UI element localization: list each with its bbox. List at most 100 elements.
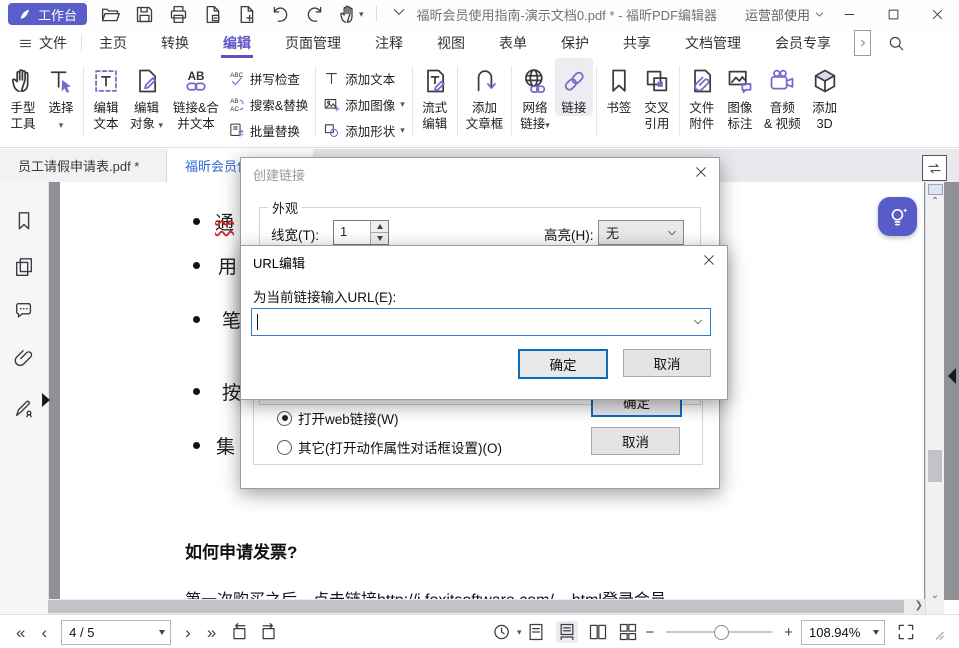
menu-protect[interactable]: 保护 <box>544 28 606 58</box>
edit-object-button[interactable]: 编辑 对象 ▾ <box>125 58 168 132</box>
read-mode-clock-icon[interactable] <box>492 622 512 642</box>
minimize-button[interactable] <box>827 0 871 28</box>
comments-panel-icon[interactable] <box>13 300 35 322</box>
hand-tool-button[interactable]: 手型 工具 <box>4 58 42 132</box>
previous-view-button[interactable] <box>229 622 249 642</box>
flow-edit-button[interactable]: 流式 编辑 <box>416 58 454 132</box>
url-ok-button[interactable]: 确定 <box>518 349 608 379</box>
fullscreen-button[interactable] <box>896 622 916 642</box>
menu-convert[interactable]: 转换 <box>144 28 206 58</box>
signature-panel-icon[interactable] <box>13 397 35 419</box>
menu-form[interactable]: 表单 <box>482 28 544 58</box>
save-icon[interactable] <box>134 4 155 25</box>
menu-overflow-arrow[interactable] <box>854 30 871 56</box>
menu-home[interactable]: 主页 <box>82 28 144 58</box>
link-tool-button[interactable]: 链接 <box>555 58 593 116</box>
read-mode-caret[interactable]: ▾ <box>517 627 522 638</box>
export-page-icon[interactable] <box>202 4 223 25</box>
search-icon[interactable] <box>887 34 905 52</box>
menu-page-manage[interactable]: 页面管理 <box>268 28 358 58</box>
facing-continuous-view-button[interactable] <box>618 622 638 642</box>
redo-icon[interactable] <box>304 4 325 25</box>
close-button[interactable] <box>915 0 959 28</box>
spell-check-button[interactable]: 拼写检查 <box>228 69 308 88</box>
other-action-radio[interactable]: 其它(打开动作属性对话框设置)(O) <box>277 437 502 457</box>
previous-page-button[interactable]: ‹ <box>33 624 55 641</box>
attachments-panel-icon[interactable] <box>13 348 35 370</box>
continuous-view-button[interactable] <box>556 621 578 643</box>
cross-reference-button[interactable]: 交叉 引用 <box>638 58 676 132</box>
resize-grip[interactable] <box>926 622 946 642</box>
right-panel-expand-handle[interactable] <box>948 368 956 384</box>
horizontal-scrollbar[interactable]: ❯ <box>48 599 925 614</box>
customize-toolbar-chevron-icon[interactable] <box>391 4 407 25</box>
left-panel-expand-handle[interactable] <box>42 393 50 407</box>
scrollbar-split-handle[interactable] <box>928 184 943 195</box>
batch-replace-button[interactable]: 批量替换 <box>228 121 308 140</box>
zoom-out-button[interactable]: − <box>643 624 656 641</box>
bookmark-button[interactable]: 书签 <box>600 58 638 116</box>
workspace-button[interactable]: 工作台 <box>8 3 87 25</box>
spin-down-button[interactable] <box>371 232 388 244</box>
file-attachment-button[interactable]: 文件 附件 <box>683 58 721 132</box>
highlight-dropdown[interactable]: 无 <box>598 220 684 245</box>
zoom-slider[interactable] <box>660 631 778 633</box>
search-replace-button[interactable]: 搜索&替换 <box>228 95 308 114</box>
add-image-button[interactable]: 添加图像▾ <box>323 95 405 114</box>
last-page-button[interactable]: » <box>199 624 224 641</box>
page-transition-button[interactable] <box>922 155 947 181</box>
scroll-up-arrow[interactable]: ⌃ <box>928 196 942 207</box>
edit-text-button[interactable]: 编辑 文本 <box>87 58 125 132</box>
menu-doc-manage[interactable]: 文档管理 <box>668 28 758 58</box>
close-icon[interactable] <box>693 164 709 180</box>
scroll-right-arrow[interactable]: ❯ <box>915 600 923 611</box>
url-combo-box[interactable] <box>251 308 711 336</box>
horizontal-scroll-thumb[interactable] <box>48 600 904 613</box>
menu-share[interactable]: 共享 <box>606 28 668 58</box>
zoom-in-button[interactable]: + <box>782 624 795 641</box>
next-page-button[interactable]: › <box>177 624 199 641</box>
open-web-link-radio[interactable]: 打开web链接(W) <box>277 408 399 428</box>
print-icon[interactable] <box>168 4 189 25</box>
image-annotation-button[interactable]: 图像 标注 <box>721 58 759 132</box>
tab-employee-leave-form[interactable]: 员工请假申请表.pdf * <box>0 149 167 182</box>
menu-file[interactable]: 文件 <box>0 33 81 53</box>
menu-member[interactable]: 会员专享 <box>758 28 848 58</box>
add-shape-button[interactable]: 添加形状▾ <box>323 121 405 140</box>
url-cancel-button[interactable]: 取消 <box>623 349 711 377</box>
undo-icon[interactable] <box>270 4 291 25</box>
account-menu[interactable]: 运营部使用 <box>745 5 825 24</box>
pages-panel-icon[interactable] <box>13 256 35 278</box>
add-3d-button[interactable]: 添加 3D <box>806 58 844 132</box>
ai-assistant-button[interactable] <box>878 197 917 236</box>
vertical-scrollbar[interactable]: ⌃ ⌄ <box>925 182 944 614</box>
create-link-cancel-button[interactable]: 取消 <box>591 427 680 455</box>
vertical-scroll-thumb[interactable] <box>928 450 942 482</box>
spin-up-button[interactable] <box>371 221 388 232</box>
first-page-button[interactable]: « <box>8 624 33 641</box>
hand-tool-caret[interactable]: ▾ <box>359 9 364 20</box>
add-text-button[interactable]: 添加文本 <box>323 69 405 88</box>
url-input[interactable] <box>258 311 692 333</box>
web-link-button[interactable]: 网络 链接▾ <box>515 58 555 132</box>
close-icon[interactable] <box>701 252 717 268</box>
open-file-icon[interactable] <box>100 4 121 25</box>
link-merge-text-button[interactable]: 链接&合 并文本 <box>168 58 224 132</box>
page-number-combo[interactable]: 4 / 5 <box>61 620 171 645</box>
line-width-spinner[interactable]: 1 <box>333 220 389 245</box>
zoom-slider-thumb[interactable] <box>714 625 729 640</box>
menu-edit[interactable]: 编辑 <box>206 28 268 58</box>
zoom-level-combo[interactable]: 108.94% <box>801 620 885 645</box>
scroll-down-arrow[interactable]: ⌄ <box>928 590 942 601</box>
menu-comment[interactable]: 注释 <box>358 28 420 58</box>
maximize-button[interactable] <box>871 0 915 28</box>
facing-view-button[interactable] <box>588 622 608 642</box>
zoom-slider-track[interactable] <box>666 631 772 633</box>
audio-video-button[interactable]: 音频 & 视频 <box>759 58 806 132</box>
add-page-icon[interactable] <box>236 4 257 25</box>
hand-quick-tool-icon[interactable] <box>338 4 359 25</box>
add-article-box-button[interactable]: 添加 文章框 <box>461 58 509 132</box>
select-tool-button[interactable]: 选择▾ <box>42 58 80 132</box>
bookmarks-panel-icon[interactable] <box>13 210 35 232</box>
single-page-view-button[interactable] <box>526 622 546 642</box>
